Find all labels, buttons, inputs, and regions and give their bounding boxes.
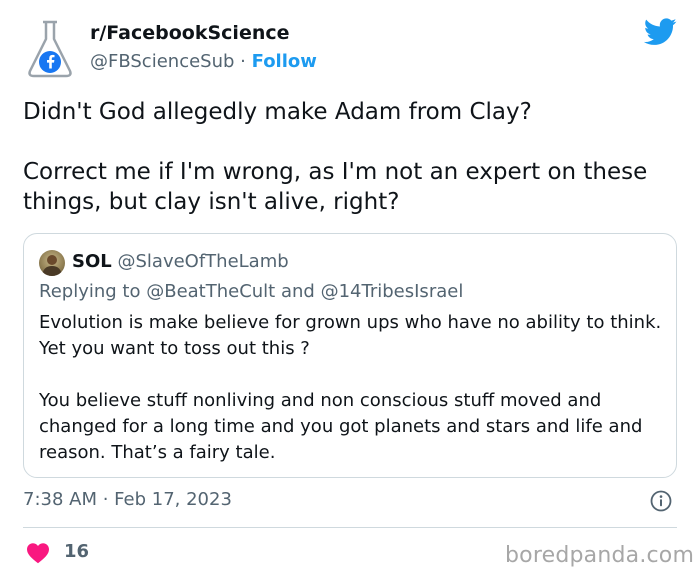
replying-and: and — [280, 281, 315, 302]
mention-link[interactable]: @14TribesIsrael — [321, 281, 464, 302]
author-meta: @FBScienceSub · Follow — [90, 51, 317, 72]
quote-header: SOL @SlaveOfTheLamb — [72, 251, 289, 272]
replying-prefix: Replying to — [39, 281, 141, 302]
info-icon[interactable] — [650, 490, 672, 512]
tweet-paragraph: Correct me if I'm wrong, as I'm not an e… — [23, 159, 648, 215]
tweet-text: Didn't God allegedly make Adam from Clay… — [23, 97, 673, 217]
divider — [23, 527, 677, 528]
quote-text: Evolution is make believe for grown ups … — [39, 310, 664, 466]
quote-avatar[interactable] — [39, 250, 65, 276]
replying-to: Replying to @BeatTheCult and @14TribesIs… — [39, 281, 463, 302]
quote-paragraph: Evolution is make believe for grown ups … — [39, 312, 662, 359]
watermark: boredpanda.com — [505, 543, 695, 568]
flask-facebook-icon — [28, 20, 72, 78]
quote-author-name[interactable]: SOL — [72, 251, 112, 272]
author-handle[interactable]: @FBScienceSub — [90, 51, 234, 72]
mention-link[interactable]: @BeatTheCult — [146, 281, 275, 302]
heart-icon[interactable] — [26, 542, 50, 564]
tweet-paragraph: Didn't God allegedly make Adam from Clay… — [23, 99, 532, 125]
quote-paragraph: You believe stuff nonliving and non cons… — [39, 390, 643, 463]
quote-author-handle[interactable]: @SlaveOfTheLamb — [117, 251, 288, 272]
quoted-tweet[interactable]: SOL @SlaveOfTheLamb Replying to @BeatThe… — [23, 233, 677, 478]
author-avatar[interactable] — [22, 19, 78, 79]
person-portrait-icon — [42, 255, 62, 276]
like-count: 16 — [64, 541, 90, 562]
separator-dot: · — [240, 51, 246, 72]
author-name[interactable]: r/FacebookScience — [90, 22, 290, 44]
follow-button[interactable]: Follow — [252, 51, 317, 72]
tweet-timestamp[interactable]: 7:38 AM · Feb 17, 2023 — [23, 489, 232, 510]
twitter-bird-icon[interactable] — [644, 18, 677, 46]
